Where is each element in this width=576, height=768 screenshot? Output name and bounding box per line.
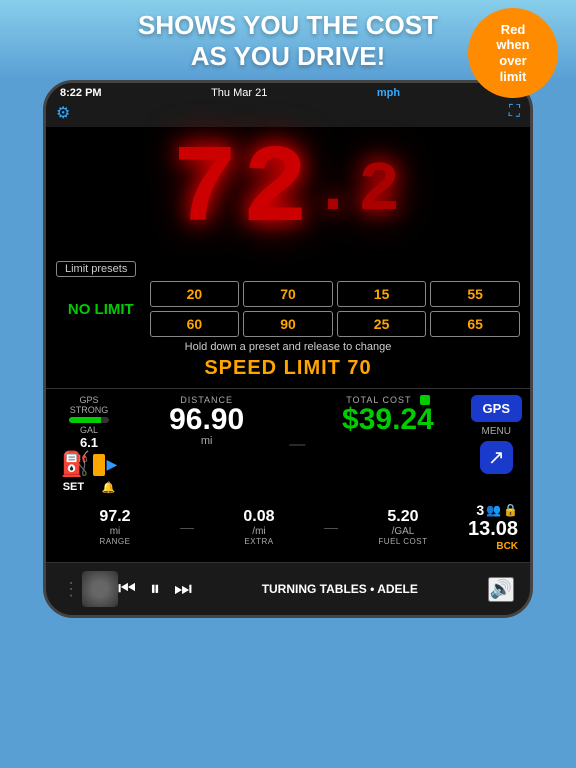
gal-label: GAL <box>54 425 124 435</box>
bck-label: BCK <box>468 541 518 552</box>
more-dots-icon[interactable]: ⋮ <box>62 579 82 600</box>
trip-value: 13.08 <box>468 518 518 541</box>
limit-presets-label: Limit presets <box>56 261 136 277</box>
trip-count: 3 <box>476 502 484 518</box>
gps-strength: STRONG <box>54 405 124 415</box>
preset-90[interactable]: 90 <box>243 311 333 337</box>
set-button[interactable]: SET <box>63 481 84 494</box>
album-thumbnail <box>82 571 118 607</box>
info-area: GPS STRONG GAL 6.1 ⛽ ▶ SET 🔔 <box>46 388 530 562</box>
expand-icon[interactable]: ⛶ <box>509 103 520 123</box>
distance-panel: DISTANCE 96.90 mi <box>130 395 283 447</box>
gps-label: GPS <box>54 395 124 405</box>
range-label: RANGE <box>54 537 176 546</box>
bell-icon[interactable]: 🔔 <box>102 481 116 494</box>
status-bar: 8:22 PM Thu Mar 21 mph ≡ <box>46 83 530 103</box>
pump-row: ⛽ ▶ <box>54 450 124 479</box>
unit-display: mph <box>377 87 400 99</box>
top-banner: SHOWS YOU THE COST AS YOU DRIVE! Redwhen… <box>0 0 576 80</box>
lock-icon: 🔒 <box>503 503 518 517</box>
presets-grid: NO LIMIT 20 70 15 55 60 90 25 65 <box>56 281 520 337</box>
gps-signal-bar <box>69 417 109 423</box>
no-limit-button[interactable]: NO LIMIT <box>56 301 146 318</box>
separator-1: — <box>289 436 305 454</box>
date-display: Thu Mar 21 <box>211 87 267 99</box>
time-display: 8:22 PM <box>60 87 102 99</box>
range-value: 97.2 <box>54 508 176 526</box>
distance-value: 96.90 <box>130 405 283 435</box>
hold-text: Hold down a preset and release to change <box>56 337 520 357</box>
preset-25[interactable]: 25 <box>337 311 427 337</box>
gal-value: 6.1 <box>54 435 124 450</box>
second-info-row: 97.2 mi RANGE — 0.08 /mi EXTRA — 5.20 /G… <box>54 498 522 556</box>
pause-button[interactable]: ⏸ <box>150 578 160 601</box>
song-info: TURNING TABLES • ADELE <box>192 582 488 596</box>
set-bell-row: SET 🔔 <box>54 481 124 494</box>
preset-20[interactable]: 20 <box>150 281 240 307</box>
trip-panel: 3 👥 🔒 13.08 BCK <box>468 502 522 552</box>
banner-line2: AS YOU DRIVE! <box>191 41 386 71</box>
rewind-button[interactable]: ⏮ <box>118 578 136 601</box>
separator-3: — <box>324 519 338 535</box>
extra-cell: 0.08 /mi EXTRA <box>198 508 320 546</box>
preset-15[interactable]: 15 <box>337 281 427 307</box>
separator-2: — <box>180 519 194 535</box>
fuel-cost-value: 5.20 <box>342 508 464 526</box>
speed-whole: 72 <box>172 137 312 247</box>
range-unit: mi <box>54 526 176 537</box>
preset-60[interactable]: 60 <box>150 311 240 337</box>
settings-icon[interactable]: ⚙ <box>56 103 70 123</box>
fuel-indicator <box>93 454 105 476</box>
volume-button[interactable]: 🔊 <box>488 577 514 602</box>
speed-limit-display: SPEED LIMIT 70 <box>56 357 520 380</box>
album-art <box>82 571 118 607</box>
player-bar: ⋮ ⏮ ⏸ ⏭ TURNING TABLES • ADELE 🔊 <box>46 562 530 615</box>
top-info-row: GPS STRONG GAL 6.1 ⛽ ▶ SET 🔔 <box>54 395 522 494</box>
fuel-cost-unit: /GAL <box>342 526 464 537</box>
right-buttons: GPS MENU ↗ <box>471 395 522 474</box>
preset-70[interactable]: 70 <box>243 281 333 307</box>
gps-button[interactable]: GPS <box>471 395 522 422</box>
phone-frame: 8:22 PM Thu Mar 21 mph ≡ ⚙ ⛶ 72.2 Limit … <box>43 80 533 618</box>
red-limit-badge: Redwhenoverlimit <box>468 8 558 98</box>
preset-55[interactable]: 55 <box>430 281 520 307</box>
player-controls: ⏮ ⏸ ⏭ <box>118 578 192 601</box>
share-button[interactable]: ↗ <box>480 441 513 474</box>
extra-unit: /mi <box>198 526 320 537</box>
preset-65[interactable]: 65 <box>430 311 520 337</box>
speed-readout: 72.2 <box>56 137 520 247</box>
share-arrow-icon: ↗ <box>488 445 505 470</box>
song-title: TURNING TABLES • ADELE <box>192 582 488 596</box>
extra-value: 0.08 <box>198 508 320 526</box>
speed-fraction: .2 <box>312 157 404 227</box>
cost-value: $39.24 <box>311 405 464 435</box>
extra-label: EXTRA <box>198 537 320 546</box>
range-cell: 97.2 mi RANGE <box>54 508 176 546</box>
banner-line1: SHOWS YOU THE COST <box>138 10 438 40</box>
speedometer-display: 72.2 <box>46 127 530 255</box>
people-icon: 👥 <box>486 503 501 517</box>
limit-presets-section: Limit presets NO LIMIT 20 70 15 55 60 90… <box>46 255 530 388</box>
top-nav: ⚙ ⛶ <box>46 103 530 127</box>
cost-panel: TOTAL COST $39.24 <box>311 395 464 435</box>
gps-panel: GPS STRONG GAL 6.1 ⛽ ▶ SET 🔔 <box>54 395 124 494</box>
distance-unit: mi <box>130 435 283 447</box>
app-container: SHOWS YOU THE COST AS YOU DRIVE! Redwhen… <box>0 0 576 618</box>
pump-icon: ⛽ <box>61 450 91 479</box>
forward-button[interactable]: ⏭ <box>174 578 192 601</box>
fuel-cost-cell: 5.20 /GAL FUEL COST <box>342 508 464 546</box>
arrow-icon: ▶ <box>107 456 118 473</box>
fuel-cost-label: FUEL COST <box>342 537 464 546</box>
menu-label: MENU <box>482 426 511 437</box>
